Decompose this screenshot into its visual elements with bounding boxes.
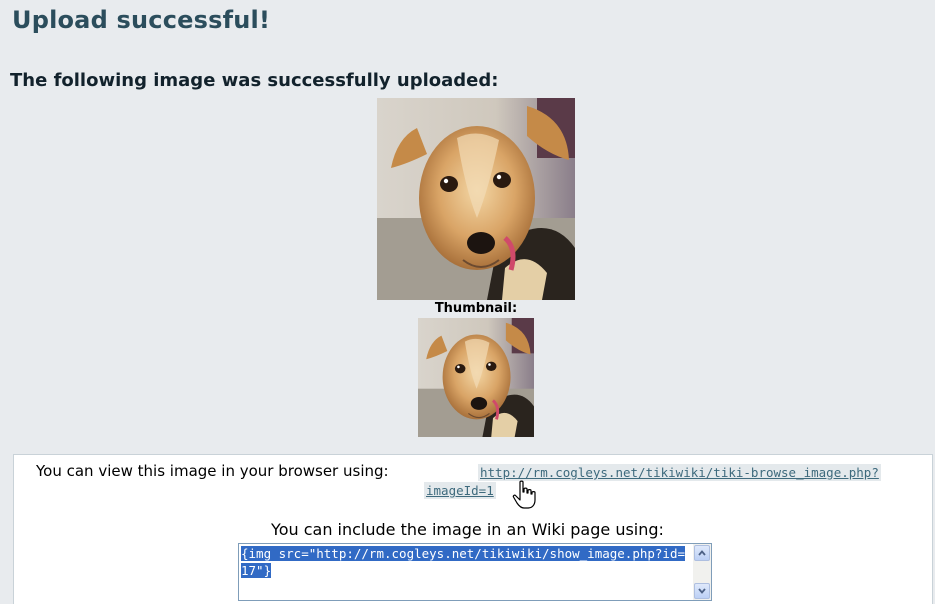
hand-pointer-icon <box>512 480 538 510</box>
chevron-down-icon[interactable] <box>694 583 710 599</box>
view-instructions: You can view this image in your browser … <box>36 462 389 480</box>
browse-image-link[interactable]: http://rm.cogleys.net/tikiwiki/tiki-brow… <box>478 464 881 481</box>
thumbnail-image <box>418 318 534 437</box>
chevron-up-icon[interactable] <box>694 545 710 561</box>
textarea-scrollbar[interactable] <box>693 544 711 600</box>
uploaded-image <box>377 98 575 300</box>
page-title: Upload successful! <box>12 6 271 34</box>
browse-image-link-continued[interactable]: imageId=1 <box>424 482 496 499</box>
wiki-code-textarea[interactable]: {img src="http://rm.cogleys.net/tikiwiki… <box>238 543 712 601</box>
upload-subtitle: The following image was successfully upl… <box>10 70 499 91</box>
wiki-code-text: {img src="http://rm.cogleys.net/tikiwiki… <box>241 546 686 578</box>
thumbnail-label: Thumbnail: <box>434 301 518 316</box>
include-instructions: You can include the image in an Wiki pag… <box>271 520 664 539</box>
